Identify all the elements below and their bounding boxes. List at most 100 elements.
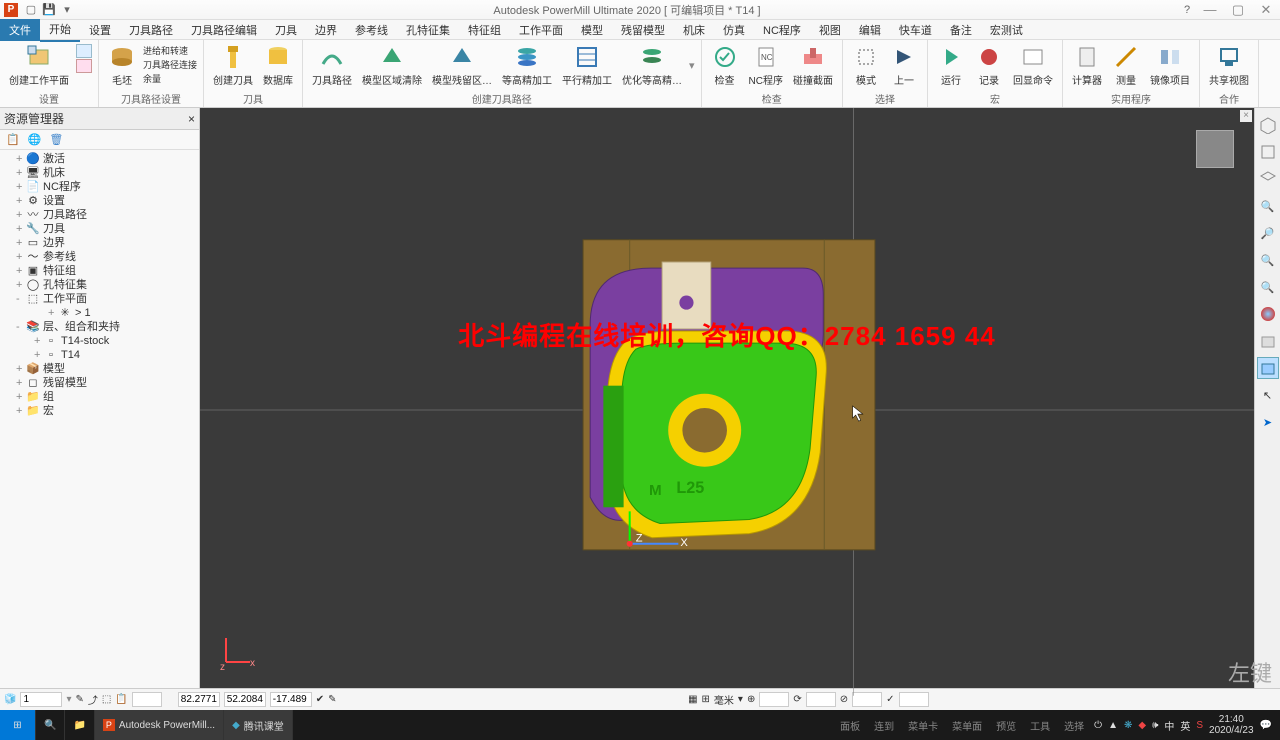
zoom-in-icon[interactable]: 🔍 [1257, 249, 1279, 271]
tree-node[interactable]: +📦模型 [0, 362, 199, 376]
feedrate-button[interactable]: 进给和转速 [143, 44, 197, 57]
menu-tab[interactable]: 开始 [40, 18, 80, 42]
tree-node[interactable]: +▫T14-stock [0, 334, 199, 348]
wp-icon[interactable] [76, 44, 92, 58]
block-icon[interactable] [1257, 330, 1279, 352]
close-panel-button[interactable]: × [188, 112, 195, 126]
zoom-out-icon[interactable]: 🔍 [1257, 276, 1279, 298]
menu-tab[interactable]: 快车道 [890, 19, 941, 41]
menu-tab[interactable]: 刀具路径编辑 [182, 19, 266, 41]
database-button[interactable]: 数据库 [260, 42, 296, 88]
rest-area-button[interactable]: 模型残留区… [429, 42, 495, 88]
status-field[interactable] [132, 692, 162, 707]
status-tool-icon[interactable]: ⬚ [102, 694, 111, 705]
dropdown-icon[interactable]: ▾ [60, 3, 74, 17]
optconstz-button[interactable]: 优化等高精… [619, 42, 685, 88]
prev-button[interactable]: 上一 [887, 42, 921, 88]
menu-tab[interactable]: 残留模型 [612, 19, 674, 41]
zoom-icon[interactable]: 🔎 [1257, 222, 1279, 244]
calc-button[interactable]: 计算器 [1069, 42, 1105, 88]
status-field[interactable] [20, 692, 62, 707]
menu-tab[interactable]: 机床 [674, 19, 714, 41]
iso-view-icon[interactable] [1257, 114, 1279, 136]
menu-file[interactable]: 文件 [0, 19, 40, 41]
tray-icon[interactable]: 💬 [1260, 720, 1272, 731]
mode-button[interactable]: 模式 [849, 42, 883, 88]
block-active-icon[interactable] [1257, 357, 1279, 379]
tray-icon[interactable]: ◆ [1138, 720, 1146, 731]
create-workplane-button[interactable]: 创建工作平面 [6, 42, 72, 88]
menu-tab[interactable]: 宏测试 [981, 19, 1032, 41]
pointer-icon[interactable]: ➤ [1257, 411, 1279, 433]
explorer-tool-icon[interactable]: 🌐 [28, 133, 42, 146]
menu-tab[interactable]: 边界 [306, 19, 346, 41]
link-button[interactable]: 刀具路径连接 [143, 58, 197, 71]
menu-tab[interactable]: 参考线 [346, 19, 397, 41]
measure-button[interactable]: 测量 [1109, 42, 1143, 88]
area-clear-button[interactable]: 模型区域清除 [359, 42, 425, 88]
task-tencent[interactable]: ◆腾讯课堂 [224, 710, 293, 740]
tree-node[interactable]: +▭边界 [0, 236, 199, 250]
menu-tab[interactable]: 特征组 [459, 19, 510, 41]
tree-node[interactable]: +▣特征组 [0, 264, 199, 278]
tree-node[interactable]: +✳> 1 [0, 306, 199, 320]
ncprog-button[interactable]: NCNC程序 [746, 42, 786, 88]
tree-node[interactable]: +📁宏 [0, 404, 199, 418]
menu-tab[interactable]: 备注 [941, 19, 981, 41]
help-icon[interactable]: ? [1180, 3, 1194, 17]
menu-tab[interactable]: 模型 [572, 19, 612, 41]
tree-node[interactable]: +📄NC程序 [0, 180, 199, 194]
menu-tab[interactable]: 刀具路径 [120, 19, 182, 41]
viewport[interactable]: × M L25 [200, 108, 1254, 688]
task-button[interactable]: 🔍 [36, 710, 65, 740]
cursor-icon[interactable]: ↖ [1257, 384, 1279, 406]
tray-icon[interactable]: 🕪 [1152, 720, 1158, 731]
wireframe-icon[interactable] [1257, 168, 1279, 190]
task-powermill[interactable]: PAutodesk PowerMill... [95, 710, 224, 740]
tree-node[interactable]: -⬚工作平面 [0, 292, 199, 306]
wp-icon[interactable] [76, 59, 92, 73]
create-tool-button[interactable]: 创建刀具 [210, 42, 256, 88]
constz-button[interactable]: 等高精加工 [499, 42, 555, 88]
tree-node[interactable]: +〰刀具路径 [0, 208, 199, 222]
explorer-tool-icon[interactable]: 🗑 [49, 133, 63, 146]
open-icon[interactable]: ▢ [24, 3, 38, 17]
explorer-tool-icon[interactable]: 📋 [6, 133, 20, 146]
tree-node[interactable]: +◯孔特征集 [0, 278, 199, 292]
close-button[interactable]: ✕ [1252, 2, 1280, 18]
run-button[interactable]: 运行 [934, 42, 968, 88]
status-tool-icon[interactable]: 📋 [115, 694, 127, 705]
share-button[interactable]: 共享视图 [1206, 42, 1252, 88]
task-button[interactable]: 📁 [65, 710, 94, 740]
status-tool-icon[interactable]: ⤴ [88, 692, 98, 707]
tree-node[interactable]: +◻残留模型 [0, 376, 199, 390]
tree-node[interactable]: +⚙设置 [0, 194, 199, 208]
tree-node[interactable]: -📚层、组合和夹持 [0, 320, 199, 334]
stock-button[interactable]: 毛坯 [105, 42, 139, 88]
tree-node[interactable]: +▫T14 [0, 348, 199, 362]
mirror-button[interactable]: 镜像项目 [1147, 42, 1193, 88]
menu-tab[interactable]: NC程序 [754, 19, 810, 41]
tray-icon[interactable]: ▲ [1108, 720, 1118, 731]
record-button[interactable]: 记录 [972, 42, 1006, 88]
thickness-button[interactable]: 余量 [143, 72, 197, 85]
tree-node[interactable]: +〜参考线 [0, 250, 199, 264]
verify-button[interactable]: 检查 [708, 42, 742, 88]
cube-icon[interactable] [1257, 141, 1279, 163]
zoom-fit-icon[interactable]: 🔍 [1257, 195, 1279, 217]
menu-tab[interactable]: 孔特征集 [397, 19, 459, 41]
tree-node[interactable]: +🔵激活 [0, 152, 199, 166]
menu-tab[interactable]: 工作平面 [510, 19, 572, 41]
save-icon[interactable]: 💾 [42, 3, 56, 17]
start-button[interactable]: ⊞ [0, 710, 36, 740]
echo-button[interactable]: 回显命令 [1010, 42, 1056, 88]
maximize-button[interactable]: ▢ [1224, 2, 1252, 18]
menu-tab[interactable]: 编辑 [850, 19, 890, 41]
toolpath-button[interactable]: 刀具路径 [309, 42, 355, 88]
tray-icon[interactable]: ⏻ [1094, 720, 1102, 731]
menu-tab[interactable]: 视图 [810, 19, 850, 41]
tree-node[interactable]: +📁组 [0, 390, 199, 404]
menu-tab[interactable]: 刀具 [266, 19, 306, 41]
tree-node[interactable]: +🔧刀具 [0, 222, 199, 236]
minimize-button[interactable]: — [1196, 2, 1224, 18]
